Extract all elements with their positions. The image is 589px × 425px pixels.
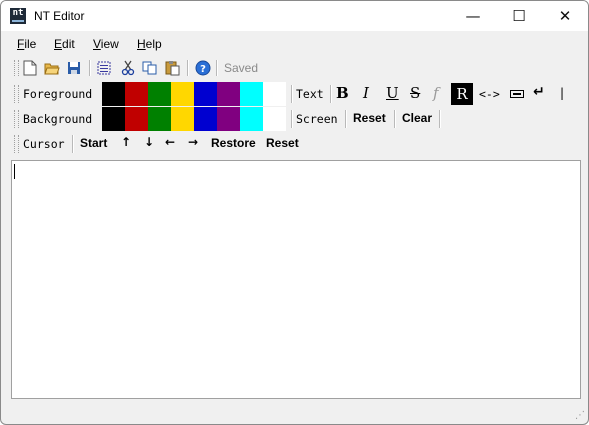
toolbar-separator: [89, 60, 91, 76]
foreground-label: Foreground: [23, 87, 93, 101]
open-folder-icon[interactable]: [43, 59, 61, 77]
toolbar-grip[interactable]: [14, 85, 19, 103]
toolbar-grip[interactable]: [14, 60, 19, 76]
close-icon: ✕: [558, 7, 572, 25]
text-label: Text: [296, 87, 324, 101]
bg-color-green[interactable]: [148, 107, 171, 131]
copy-icon[interactable]: [141, 59, 159, 77]
italic-button[interactable]: I: [363, 84, 369, 102]
toolbar-separator: [291, 85, 293, 103]
linebreak-icon[interactable]: ↵: [533, 84, 545, 100]
menu-edit[interactable]: Edit: [54, 37, 75, 51]
editor-window: nt NT Editor — ☐ ✕ File Edit View Help ?…: [0, 0, 589, 425]
strikethrough-button[interactable]: S: [410, 84, 420, 102]
fg-color-white[interactable]: [263, 82, 286, 106]
close-button[interactable]: ✕: [542, 1, 588, 31]
screen-clear-button[interactable]: Clear: [402, 111, 432, 125]
cursor-toolbar: Cursor Start ↑ ↓ ← → Restore Reset: [11, 132, 299, 156]
fg-color-purple[interactable]: [217, 82, 240, 106]
text-caret: [14, 164, 15, 179]
bg-color-purple[interactable]: [217, 107, 240, 131]
menu-help[interactable]: Help: [137, 37, 162, 51]
toolbar-separator: [216, 60, 218, 76]
fg-color-cyan[interactable]: [240, 82, 263, 106]
maximize-button[interactable]: ☐: [496, 1, 542, 31]
cursor-start-button[interactable]: Start: [80, 136, 107, 150]
toolbar-grip[interactable]: [14, 110, 19, 128]
cursor-reset-button[interactable]: Reset: [266, 136, 299, 150]
fg-color-red[interactable]: [125, 82, 148, 106]
fg-color-green[interactable]: [148, 82, 171, 106]
keyboard-icon[interactable]: [510, 88, 524, 102]
saved-status: Saved: [224, 61, 259, 75]
cut-scissors-icon[interactable]: [119, 59, 137, 77]
bg-color-black[interactable]: [102, 107, 125, 131]
menu-bar: File Edit View Help: [1, 31, 588, 55]
bg-color-yellow[interactable]: [171, 107, 194, 131]
svg-text:?: ?: [200, 64, 206, 75]
toolbar-separator: [187, 60, 189, 76]
bg-color-white[interactable]: [263, 107, 286, 131]
resize-grip-icon[interactable]: ⋰: [575, 410, 585, 421]
toolbar-separator: [394, 110, 396, 128]
fg-color-black[interactable]: [102, 82, 125, 106]
standard-toolbar: ? Saved: [11, 57, 263, 79]
text-editor-area[interactable]: [11, 160, 581, 399]
menu-view[interactable]: View: [93, 37, 119, 51]
bg-color-blue[interactable]: [194, 107, 217, 131]
cursor-down-button[interactable]: ↓: [144, 135, 154, 149]
fg-color-blue[interactable]: [194, 82, 217, 106]
function-button[interactable]: f: [433, 84, 439, 102]
cursor-right-button[interactable]: →: [188, 135, 198, 149]
save-disk-icon[interactable]: [65, 59, 83, 77]
cursor-up-button[interactable]: ↑: [121, 135, 131, 149]
toolbar-separator: [345, 110, 347, 128]
toolbar-grip[interactable]: [14, 135, 19, 153]
app-logo-icon: nt: [10, 8, 26, 24]
new-file-icon[interactable]: [21, 59, 39, 77]
minimize-button[interactable]: —: [450, 1, 496, 31]
toolbar-separator: [291, 110, 293, 128]
screen-reset-button[interactable]: Reset: [353, 111, 386, 125]
minimize-icon: —: [465, 7, 481, 25]
menu-file[interactable]: File: [17, 37, 36, 51]
cursor-left-button[interactable]: ←: [165, 135, 175, 149]
bar-button[interactable]: |: [560, 86, 564, 100]
bold-button[interactable]: B: [336, 84, 349, 102]
cursor-label: Cursor: [23, 137, 65, 151]
help-icon[interactable]: ?: [194, 59, 212, 77]
bg-color-cyan[interactable]: [240, 107, 263, 131]
reverse-button[interactable]: R: [451, 83, 473, 105]
title-bar[interactable]: nt NT Editor — ☐ ✕: [1, 1, 588, 31]
arrows-button[interactable]: <->: [479, 87, 500, 101]
select-all-icon[interactable]: [95, 59, 113, 77]
window-title: NT Editor: [34, 9, 85, 23]
fg-color-yellow[interactable]: [171, 82, 194, 106]
bg-color-red[interactable]: [125, 107, 148, 131]
toolbar-separator: [330, 85, 332, 103]
screen-label: Screen: [296, 112, 338, 126]
underline-button[interactable]: U: [386, 84, 399, 102]
maximize-icon: ☐: [512, 7, 526, 25]
paste-icon[interactable]: [164, 59, 182, 77]
toolbar-separator: [72, 135, 74, 153]
background-label: Background: [23, 112, 93, 126]
foreground-toolbar: Foreground Text B I U S f R <-> ↵ |: [11, 81, 579, 107]
toolbar-separator: [439, 110, 441, 128]
cursor-restore-button[interactable]: Restore: [211, 136, 256, 150]
background-toolbar: Background Screen Reset Clear: [11, 107, 441, 131]
